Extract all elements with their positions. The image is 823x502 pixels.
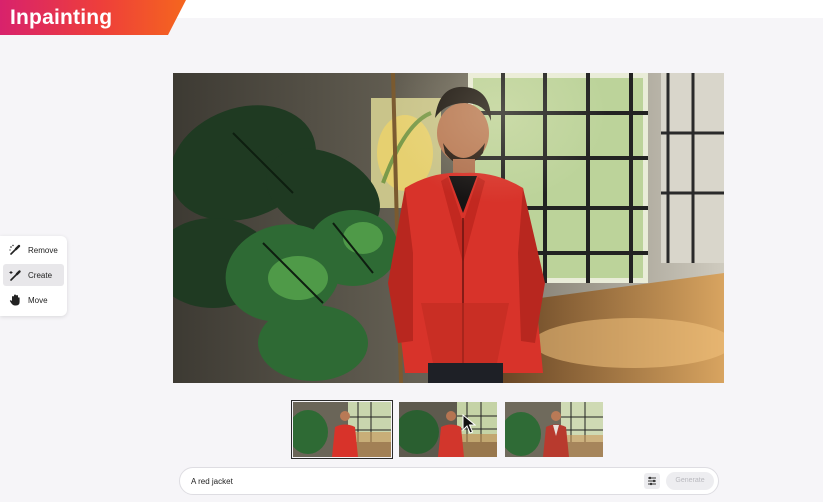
tool-remove-label: Remove xyxy=(28,245,58,255)
result-thumbnail-3[interactable] xyxy=(505,402,603,457)
canvas-image[interactable] xyxy=(173,73,724,383)
tool-move[interactable]: Move xyxy=(3,289,64,311)
prompt-bar: Generate xyxy=(179,467,719,495)
mouse-cursor-icon xyxy=(462,414,476,434)
remove-brush-icon xyxy=(8,243,22,257)
prompt-input[interactable] xyxy=(191,474,631,488)
result-thumbnail-2[interactable] xyxy=(399,402,497,457)
sliders-icon xyxy=(648,476,656,486)
create-brush-icon xyxy=(8,268,22,282)
tool-remove[interactable]: Remove xyxy=(3,239,64,261)
tool-create[interactable]: Create xyxy=(3,264,64,286)
tool-panel: Remove Create Move xyxy=(0,236,67,316)
tool-create-label: Create xyxy=(28,270,53,280)
generate-button[interactable]: Generate xyxy=(666,472,714,490)
result-thumbnail-1[interactable] xyxy=(291,400,393,459)
hand-icon xyxy=(8,293,22,307)
page-title-banner: Inpainting xyxy=(0,0,186,35)
settings-button[interactable] xyxy=(644,473,660,489)
tool-move-label: Move xyxy=(28,295,48,305)
